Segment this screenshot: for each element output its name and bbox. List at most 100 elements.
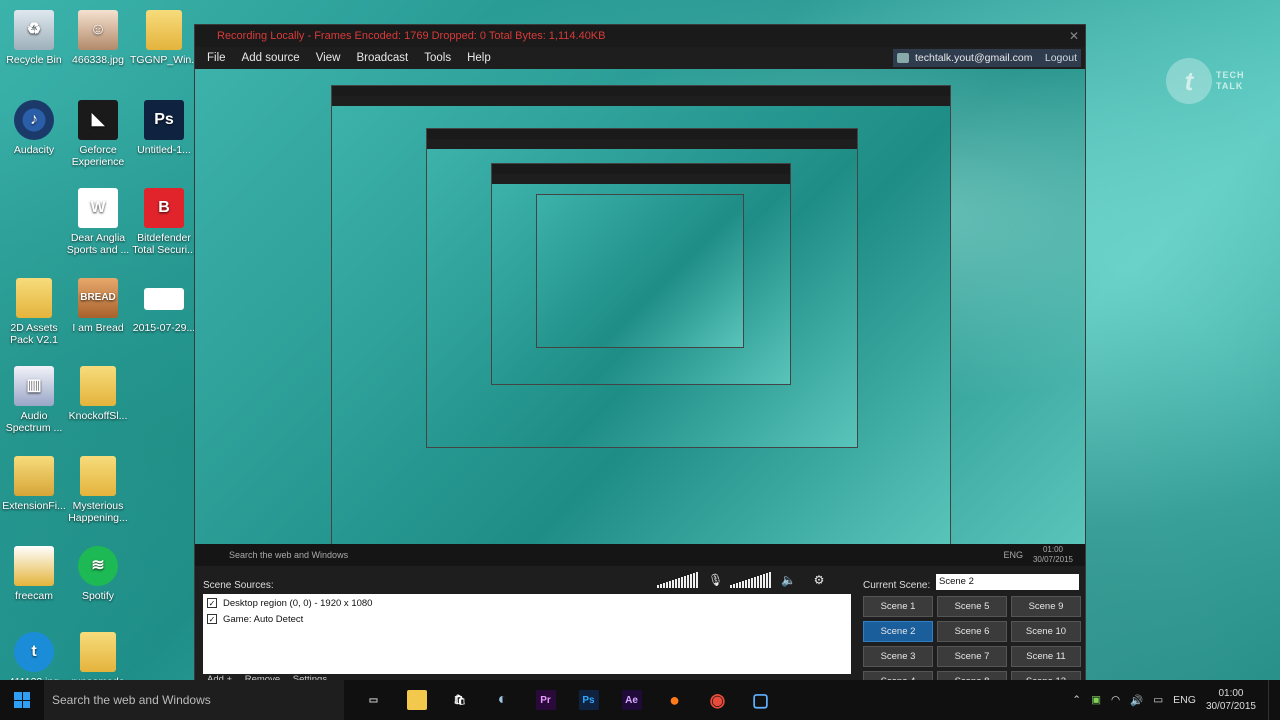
after-effects-button[interactable]: Ae [610,680,653,720]
desktop-icon-spotify[interactable]: ≋ Spotify [64,546,132,602]
chrome-button[interactable]: ◉ [696,680,739,720]
desktop-icon-knockoff[interactable]: KnockoffSl... [64,366,132,422]
windows-logo-icon [14,692,30,708]
folder-icon [80,632,116,672]
after-effects-icon: Ae [621,690,642,710]
search-placeholder: Search the web and Windows [52,693,211,707]
premiere-button[interactable]: Pr [524,680,567,720]
desktop-icon-folder[interactable]: TGGNP_Win... [130,10,200,66]
wifi-icon[interactable]: ◠ [1111,694,1120,706]
menu-add-source[interactable]: Add source [242,52,300,64]
obs-button[interactable]: ▢ [739,680,782,720]
scene-button[interactable]: Scene 10 [1011,621,1081,642]
obs-title-bar: Recording Locally - Frames Encoded: 1769… [195,25,1085,47]
obs-preview [195,69,1085,544]
taskbar-search-box[interactable]: Search the web and Windows [44,680,344,720]
clock-date: 30/07/2015 [1205,701,1256,712]
speaker-icon[interactable]: 🔈 [781,573,796,587]
chrome-icon: ◉ [708,690,728,710]
scene-button[interactable]: Scene 7 [937,646,1007,667]
techtalk-logo-icon: t [1166,58,1212,104]
desktop-icon-audacity[interactable]: ♪ Audacity [0,100,68,156]
desktop-icon-image[interactable]: ☺ 466338.jpg [64,10,132,66]
store-icon: 🛍 [453,694,466,706]
mic-audio-meter [730,572,771,588]
photoshop-icon: Ps [578,690,599,710]
microphone-icon[interactable]: 🎙 [708,573,723,587]
scene-button[interactable]: Scene 1 [863,596,933,617]
desktop-icon-recycle-bin[interactable]: ♻ Recycle Bin [0,10,68,66]
obs-control-panel: Scene Sources: 🎙 🔈 ⚙ ✓ Desktop region (0… [195,566,1085,692]
obs-icon: ▢ [751,689,769,710]
desktop-icon-audio-spectrum[interactable]: ▥ Audio Spectrum ... [0,366,68,434]
keyboard-icon[interactable]: ▭ [1153,694,1163,706]
menu-view[interactable]: View [316,52,341,64]
scene-button[interactable]: Scene 9 [1011,596,1081,617]
source-item[interactable]: ✓ Desktop region (0, 0) - 1920 x 1080 [203,596,851,610]
nested-preview-4 [536,194,744,348]
checkbox-icon[interactable]: ✓ [207,598,217,608]
close-icon[interactable]: ✕ [1069,25,1079,47]
app-tray-icon[interactable]: ▣ [1091,694,1101,706]
desktop-icon-word[interactable]: W Dear Anglia Sports and ... [64,188,132,256]
captured-lang: ENG [1003,550,1023,560]
scene-button[interactable]: Scene 3 [863,646,933,667]
checkbox-icon[interactable]: ✓ [207,614,217,624]
start-button[interactable] [0,680,44,720]
task-view-button[interactable]: ▭ [352,680,395,720]
current-scene-label: Current Scene: [863,580,931,591]
premiere-icon: Pr [535,690,556,710]
show-desktop-button[interactable] [1268,680,1280,720]
settings-gear-icon[interactable]: ⚙ [813,573,825,587]
source-item[interactable]: ✓ Game: Auto Detect [203,612,851,626]
folder-icon [14,456,54,496]
captured-search-text: Search the web and Windows [229,550,349,560]
scene-button-active[interactable]: Scene 2 [863,621,933,642]
audio-spectrum-icon: ▥ [14,366,54,406]
desktop-audio-meter [657,572,698,588]
steam-button[interactable]: ◐ [481,680,524,720]
captured-taskbar: Search the web and Windows ENG 01:00 30/… [195,544,1085,566]
folder-icon [80,456,116,496]
scene-grid: Scene 1 Scene 5 Scene 9 Scene 2 Scene 6 … [863,596,1081,692]
audio-meters: 🎙 🔈 ⚙ [657,572,825,588]
account-bar: techtalk.yout@gmail.com Logout [893,49,1081,67]
menu-help[interactable]: Help [467,52,491,64]
logout-link[interactable]: Logout [1045,52,1077,64]
desktop-icon-geforce[interactable]: ◣ Geforce Experience [64,100,132,168]
audacity-icon: ♪ [14,100,54,140]
nested-preview-3 [491,163,791,385]
scene-button[interactable]: Scene 5 [937,596,1007,617]
photoshop-file-icon: Ps [144,100,184,140]
menu-file[interactable]: File [207,52,226,64]
menu-broadcast[interactable]: Broadcast [356,52,408,64]
desktop-icon-mysterious[interactable]: Mysterious Happening... [64,456,132,524]
scene-button[interactable]: Scene 6 [937,621,1007,642]
taskbar-clock[interactable]: 01:00 30/07/2015 [1206,687,1256,713]
store-button[interactable]: 🛍 [438,680,481,720]
desktop-icon-2d-assets[interactable]: 2D Assets Pack V2.1 [0,278,68,346]
techtalk-watermark: t TECH TALK [1166,58,1245,104]
scene-button[interactable]: Scene 11 [1011,646,1081,667]
nested-preview-1 [331,85,951,544]
current-scene-field[interactable]: Scene 2 [936,574,1079,590]
techtalk-icon: t [14,632,54,672]
watermark-line1: TECH [1216,70,1245,80]
language-indicator[interactable]: ENG [1173,694,1196,706]
chevron-up-icon[interactable]: ⌃ [1072,694,1081,706]
photoshop-button[interactable]: Ps [567,680,610,720]
image-file-icon: ☺ [78,10,118,50]
scene-sources-list: ✓ Desktop region (0, 0) - 1920 x 1080 ✓ … [203,594,851,674]
menu-tools[interactable]: Tools [424,52,451,64]
firefox-button[interactable]: ● [653,680,696,720]
desktop-icon-untitled[interactable]: Ps Untitled-1... [130,100,198,156]
obs-menu-bar: File Add source View Broadcast Tools Hel… [195,47,1085,69]
desktop-icon-blank[interactable]: 2015-07-29... [130,278,198,334]
account-email: techtalk.yout@gmail.com [915,52,1033,64]
desktop-icon-i-am-bread[interactable]: BREAD I am Bread [64,278,132,334]
desktop-icon-freecam[interactable]: freecam [0,546,68,602]
volume-icon[interactable]: 🔊 [1130,694,1143,707]
desktop-icon-extension[interactable]: ExtensionFi... [0,456,68,512]
desktop-icon-bitdefender[interactable]: B Bitdefender Total Securi... [130,188,198,256]
file-explorer-button[interactable] [395,680,438,720]
